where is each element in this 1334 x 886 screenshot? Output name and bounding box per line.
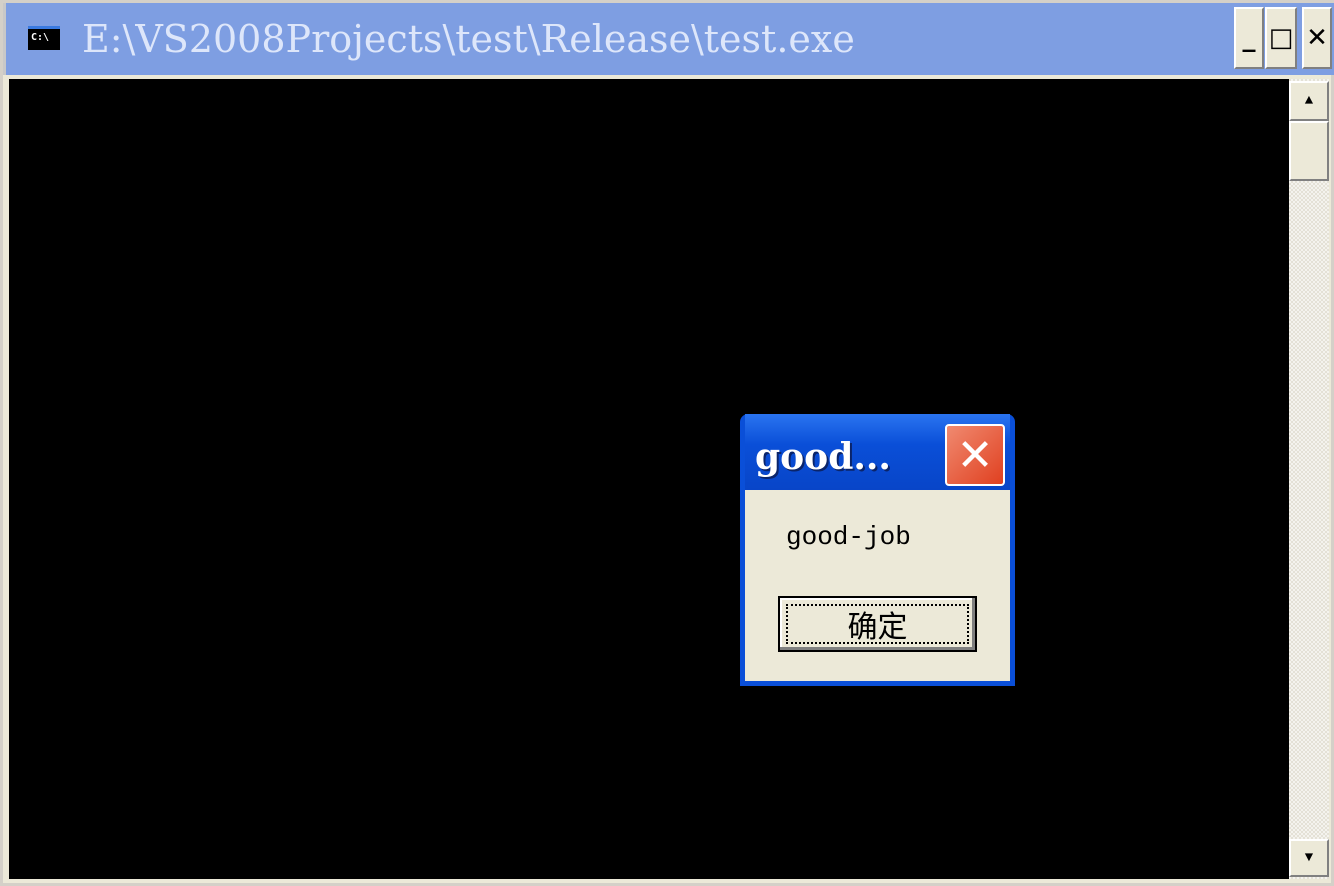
console-output[interactable]: [9, 79, 1289, 879]
message-text: good-job: [786, 522, 911, 552]
title-bar[interactable]: C:\ E:\VS2008Projects\test\Release\test.…: [3, 3, 1334, 75]
maximize-button[interactable]: □: [1265, 7, 1297, 69]
message-box-title: good...: [755, 436, 891, 478]
minimize-button[interactable]: _: [1234, 7, 1264, 69]
message-box-body: good-job 确定: [745, 490, 1010, 681]
message-box: good... ✕ good-job 确定: [740, 414, 1015, 686]
ok-button[interactable]: 确定: [778, 596, 977, 652]
close-button[interactable]: ✕: [1302, 7, 1332, 69]
vertical-scrollbar[interactable]: ▲ ▼: [1289, 79, 1329, 879]
console-window: C:\ E:\VS2008Projects\test\Release\test.…: [0, 0, 1334, 886]
message-box-close-button[interactable]: ✕: [945, 424, 1005, 486]
scroll-up-button[interactable]: ▲: [1289, 81, 1329, 121]
scroll-thumb[interactable]: [1289, 121, 1329, 181]
scroll-down-button[interactable]: ▼: [1289, 839, 1329, 877]
message-box-title-bar[interactable]: good... ✕: [745, 414, 1010, 490]
console-app-icon[interactable]: C:\: [28, 26, 60, 50]
window-title: E:\VS2008Projects\test\Release\test.exe: [82, 17, 855, 61]
